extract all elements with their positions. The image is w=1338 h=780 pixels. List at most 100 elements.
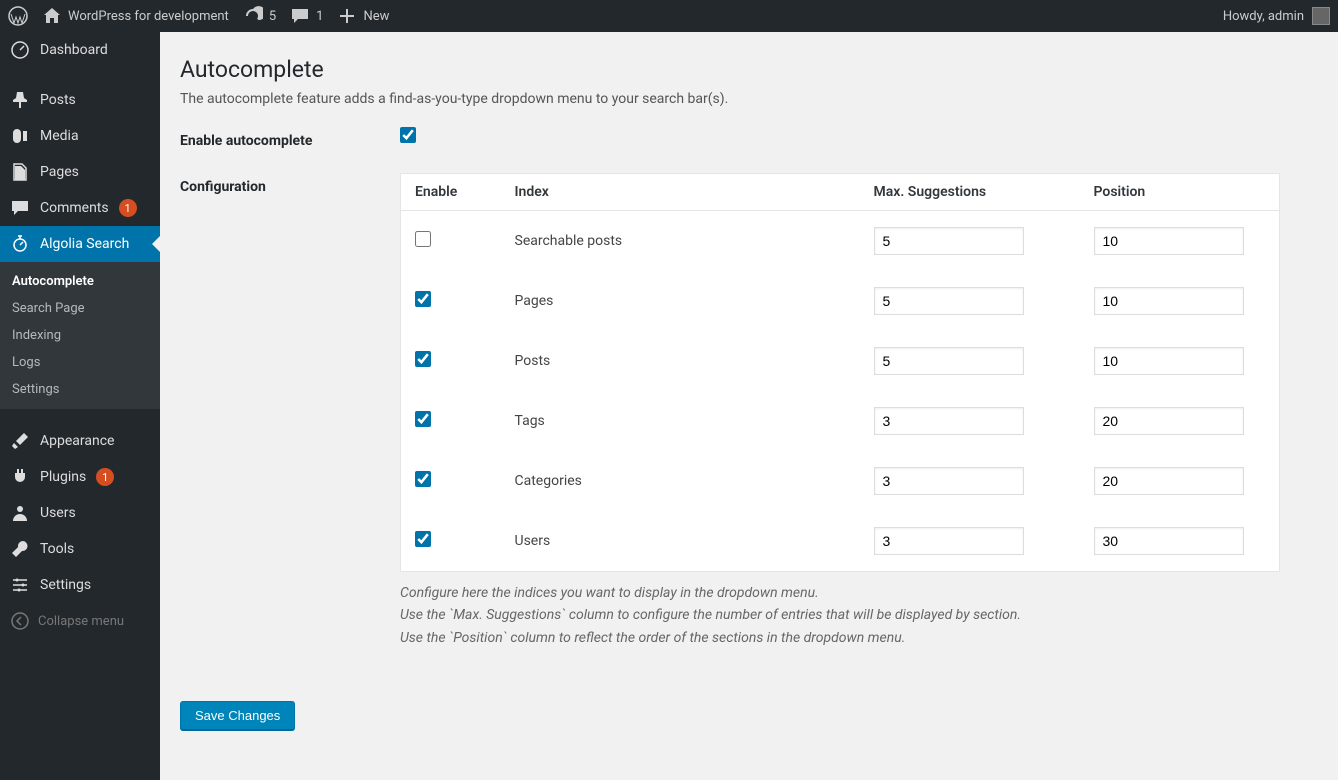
main-content: Autocomplete The autocomplete feature ad… <box>160 32 1338 780</box>
comment-icon <box>290 6 310 26</box>
menu-posts[interactable]: Posts <box>0 82 160 118</box>
home-icon <box>42 6 62 26</box>
menu-comments[interactable]: Comments 1 <box>0 190 160 226</box>
account-link[interactable]: Howdy, admin <box>1223 7 1330 25</box>
menu-label: Posts <box>40 92 76 108</box>
plugins-badge: 1 <box>96 468 114 486</box>
submenu-autocomplete[interactable]: Autocomplete <box>0 268 160 295</box>
menu-label: Algolia Search <box>40 236 129 252</box>
menu-users[interactable]: Users <box>0 495 160 531</box>
comment-icon <box>10 198 30 218</box>
row-index-label: Pages <box>501 271 860 331</box>
table-row: Posts <box>401 331 1280 391</box>
dashboard-icon <box>10 40 30 60</box>
collapse-icon <box>10 611 30 631</box>
table-row: Pages <box>401 271 1280 331</box>
updates-count: 5 <box>269 9 276 24</box>
menu-label: Media <box>40 128 79 144</box>
row-position-input[interactable] <box>1094 467 1244 495</box>
row-max-input[interactable] <box>874 407 1024 435</box>
row-max-input[interactable] <box>874 347 1024 375</box>
row-max-input[interactable] <box>874 527 1024 555</box>
menu-label: Appearance <box>40 433 114 449</box>
menu-appearance[interactable]: Appearance <box>0 423 160 459</box>
page-title: Autocomplete <box>180 56 1318 83</box>
plug-icon <box>10 467 30 487</box>
site-name: WordPress for development <box>68 9 229 24</box>
menu-algolia-search[interactable]: Algolia Search <box>0 226 160 262</box>
media-icon <box>10 126 30 146</box>
row-position-input[interactable] <box>1094 407 1244 435</box>
wordpress-icon <box>8 6 28 26</box>
row-position-input[interactable] <box>1094 227 1244 255</box>
th-index: Index <box>501 174 860 211</box>
th-max: Max. Suggestions <box>860 174 1080 211</box>
row-position-input[interactable] <box>1094 287 1244 315</box>
row-max-input[interactable] <box>874 287 1024 315</box>
row-enable-checkbox[interactable] <box>415 531 431 547</box>
site-link[interactable]: WordPress for development <box>42 6 229 26</box>
configuration-label: Configuration <box>180 173 400 195</box>
save-button[interactable]: Save Changes <box>180 701 295 730</box>
row-max-input[interactable] <box>874 467 1024 495</box>
row-enable-checkbox[interactable] <box>415 351 431 367</box>
th-enable: Enable <box>401 174 501 211</box>
menu-label: Users <box>40 505 76 521</box>
menu-tools[interactable]: Tools <box>0 531 160 567</box>
plus-icon <box>337 6 357 26</box>
new-label: New <box>363 9 389 24</box>
th-position: Position <box>1080 174 1280 211</box>
row-index-label: Categories <box>501 451 860 511</box>
updates-link[interactable]: 5 <box>243 6 276 26</box>
collapse-menu[interactable]: Collapse menu <box>0 603 160 639</box>
submenu-logs[interactable]: Logs <box>0 349 160 376</box>
menu-settings[interactable]: Settings <box>0 567 160 603</box>
row-enable-checkbox[interactable] <box>415 231 431 247</box>
pin-icon <box>10 90 30 110</box>
row-enable-checkbox[interactable] <box>415 471 431 487</box>
howdy-text: Howdy, admin <box>1223 9 1304 24</box>
row-index-label: Posts <box>501 331 860 391</box>
row-enable-checkbox[interactable] <box>415 411 431 427</box>
comments-link[interactable]: 1 <box>290 6 323 26</box>
configuration-table: Enable Index Max. Suggestions Position S… <box>400 173 1280 572</box>
refresh-icon <box>243 6 263 26</box>
submenu-algolia: Autocomplete Search Page Indexing Logs S… <box>0 262 160 409</box>
menu-label: Tools <box>40 541 74 557</box>
row-max-input[interactable] <box>874 227 1024 255</box>
menu-media[interactable]: Media <box>0 118 160 154</box>
help-text: Configure here the indices you want to d… <box>400 582 1280 649</box>
menu-label: Plugins <box>40 469 86 485</box>
enable-autocomplete-label: Enable autocomplete <box>180 127 400 149</box>
brush-icon <box>10 431 30 451</box>
help-line-3: Use the `Position` column to reflect the… <box>400 627 1280 649</box>
user-icon <box>10 503 30 523</box>
table-row: Tags <box>401 391 1280 451</box>
menu-dashboard[interactable]: Dashboard <box>0 32 160 68</box>
sliders-icon <box>10 575 30 595</box>
wp-logo[interactable] <box>8 6 28 26</box>
menu-label: Dashboard <box>40 42 108 58</box>
row-index-label: Tags <box>501 391 860 451</box>
menu-plugins[interactable]: Plugins 1 <box>0 459 160 495</box>
menu-pages[interactable]: Pages <box>0 154 160 190</box>
pages-icon <box>10 162 30 182</box>
page-description: The autocomplete feature adds a find-as-… <box>180 91 1318 107</box>
table-row: Users <box>401 511 1280 572</box>
row-position-input[interactable] <box>1094 347 1244 375</box>
row-position-input[interactable] <box>1094 527 1244 555</box>
row-enable-checkbox[interactable] <box>415 291 431 307</box>
menu-label: Settings <box>40 577 91 593</box>
collapse-label: Collapse menu <box>38 614 124 629</box>
submenu-settings[interactable]: Settings <box>0 376 160 403</box>
submenu-indexing[interactable]: Indexing <box>0 322 160 349</box>
submenu-search-page[interactable]: Search Page <box>0 295 160 322</box>
admin-bar: WordPress for development 5 1 New Howdy,… <box>0 0 1338 32</box>
table-row: Categories <box>401 451 1280 511</box>
help-line-1: Configure here the indices you want to d… <box>400 582 1280 604</box>
comments-count: 1 <box>316 9 323 24</box>
avatar <box>1312 7 1330 25</box>
new-link[interactable]: New <box>337 6 389 26</box>
row-index-label: Searchable posts <box>501 211 860 272</box>
enable-autocomplete-checkbox[interactable] <box>400 127 416 143</box>
